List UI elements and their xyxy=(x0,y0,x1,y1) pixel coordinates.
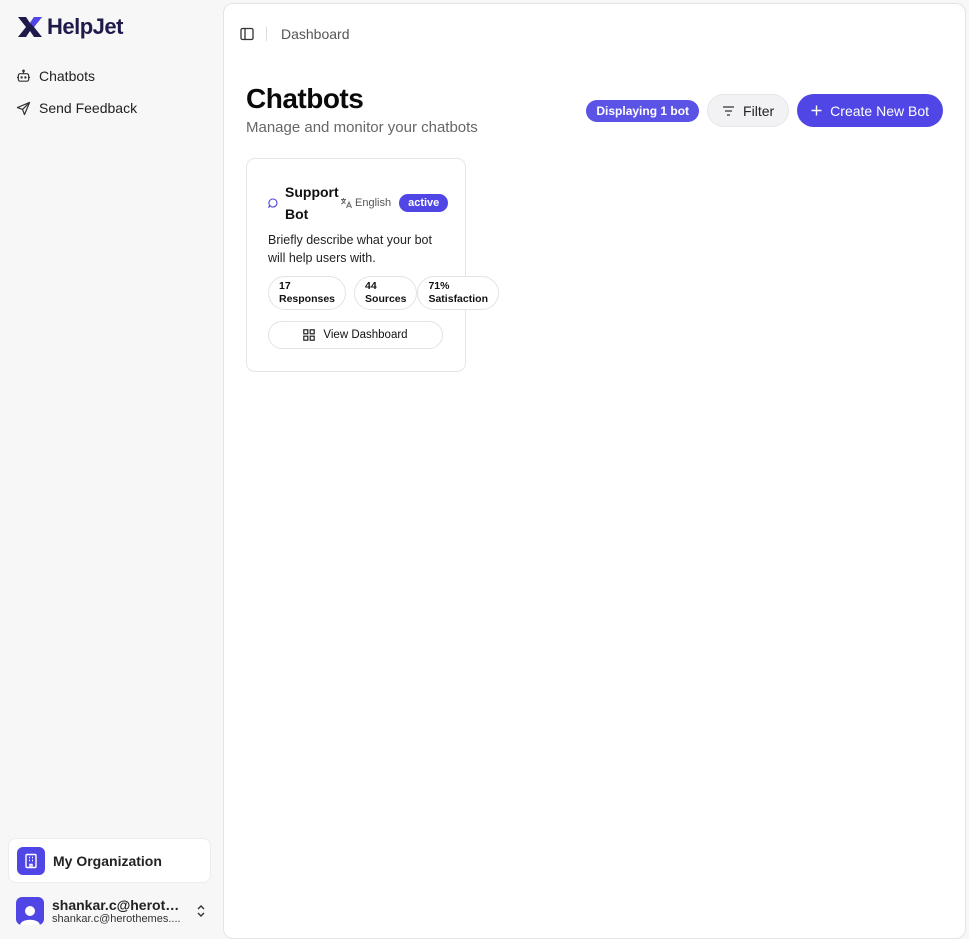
user-email: shankar.c@herothemes.... xyxy=(52,913,181,925)
stat-responses: 17 Responses xyxy=(268,276,347,310)
avatar xyxy=(16,897,44,925)
dashboard-grid-icon xyxy=(303,329,316,341)
stat-label: Satisfaction xyxy=(428,293,488,305)
create-bot-label: Create New Bot xyxy=(830,102,929,119)
building-icon xyxy=(17,846,45,875)
chevrons-up-down-icon[interactable] xyxy=(195,903,207,919)
page-actions: Displaying 1 bot Filter Create New Bot xyxy=(586,94,943,127)
stat-label: Sources xyxy=(365,293,407,305)
sidebar-item-label: Chatbots xyxy=(39,68,96,84)
stat-sources: 44 Sources xyxy=(354,276,418,310)
user-name: shankar.c@herothe... xyxy=(52,897,187,913)
main-panel: Dashboard Chatbots Manage and monitor yo… xyxy=(223,3,966,939)
sidebar: HelpJet Chatbots Send Feedback My Organi… xyxy=(0,0,223,936)
app-logo[interactable]: HelpJet xyxy=(17,14,123,40)
user-icon xyxy=(20,906,40,925)
status-badge: active xyxy=(399,194,449,212)
stat-label: Responses xyxy=(279,293,336,305)
create-bot-button[interactable]: Create New Bot xyxy=(797,94,943,127)
sidebar-toggle-icon[interactable] xyxy=(240,27,254,41)
bot-icon xyxy=(16,69,31,82)
sidebar-item-chatbots[interactable]: Chatbots xyxy=(8,62,215,90)
plus-icon xyxy=(811,105,822,116)
bot-stats: 17 Responses 44 Sources 71% Satisfaction xyxy=(268,276,499,310)
send-icon xyxy=(16,101,31,115)
view-dashboard-label: View Dashboard xyxy=(323,329,408,341)
page-title: Chatbots xyxy=(246,83,364,114)
bot-description: Briefly describe what your bot will help… xyxy=(268,233,432,265)
bot-card-header: Support Bot English active xyxy=(268,181,453,225)
sidebar-item-send-feedback[interactable]: Send Feedback xyxy=(8,94,215,122)
bot-count-badge: Displaying 1 bot xyxy=(586,99,700,122)
organization-name: My Organization xyxy=(53,852,162,869)
languages-icon xyxy=(340,198,352,209)
language-label: English xyxy=(355,197,392,209)
divider xyxy=(266,27,267,41)
bot-name: Support Bot xyxy=(285,184,339,222)
sidebar-nav: Chatbots Send Feedback xyxy=(8,62,215,126)
helpjet-logo-icon xyxy=(18,17,42,37)
user-menu[interactable]: shankar.c@herothe... shankar.c@herotheme… xyxy=(8,892,215,930)
stat-value: 17 xyxy=(279,280,291,292)
filter-icon xyxy=(723,105,735,116)
bot-language: English xyxy=(340,197,391,209)
filter-label: Filter xyxy=(743,102,775,119)
stat-satisfaction: 71% Satisfaction xyxy=(417,276,499,310)
page-subtitle: Manage and monitor your chatbots xyxy=(246,119,478,136)
stat-value: 71% xyxy=(428,280,450,292)
message-circle-icon xyxy=(268,198,278,208)
breadcrumb[interactable]: Dashboard xyxy=(281,26,350,42)
sidebar-item-label: Send Feedback xyxy=(39,100,138,116)
view-dashboard-button[interactable]: View Dashboard xyxy=(268,321,443,349)
organization-switcher[interactable]: My Organization xyxy=(8,838,211,883)
app-name: HelpJet xyxy=(47,14,123,39)
bot-card[interactable]: Support Bot English active Briefly descr… xyxy=(246,158,499,372)
topbar: Dashboard xyxy=(240,24,350,44)
stat-value: 44 xyxy=(365,280,377,292)
filter-button[interactable]: Filter xyxy=(707,94,790,127)
